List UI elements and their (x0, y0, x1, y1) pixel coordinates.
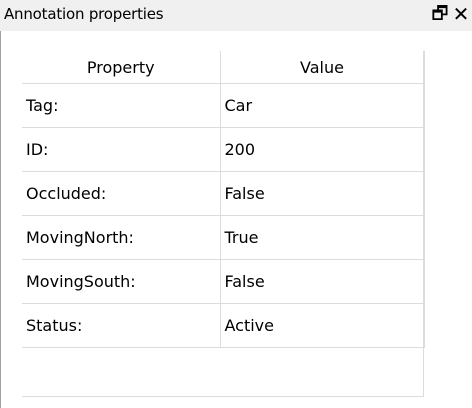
header-row: Property Value (22, 51, 425, 84)
property-value[interactable]: False (219, 259, 425, 304)
panel-title: Annotation properties (4, 5, 164, 23)
table-row[interactable]: Status: Active (22, 303, 425, 348)
table-row[interactable]: Tag: Car (22, 83, 425, 128)
property-value[interactable]: False (219, 171, 425, 216)
property-name: MovingNorth: (22, 215, 221, 260)
column-header-property[interactable]: Property (22, 51, 221, 84)
annotation-properties-panel: Annotation properties 🗗 ✕ Property Value… (0, 0, 472, 408)
property-name: Tag: (22, 83, 221, 128)
property-name: ID: (22, 127, 221, 172)
table-row[interactable]: MovingNorth: True (22, 215, 425, 260)
property-value[interactable]: Active (219, 303, 425, 348)
float-window-icon[interactable]: 🗗 (430, 2, 450, 26)
table-row[interactable]: ID: 200 (22, 127, 425, 172)
panel-titlebar[interactable]: Annotation properties 🗗 ✕ (0, 0, 472, 31)
table-row[interactable]: Occluded: False (22, 171, 425, 216)
properties-table: Property Value Tag: Car ID: 200 Occluded… (22, 51, 425, 348)
table-row[interactable]: MovingSouth: False (22, 259, 425, 304)
property-name: Occluded: (22, 171, 221, 216)
property-name: MovingSouth: (22, 259, 221, 304)
property-name: Status: (22, 303, 221, 348)
column-header-value[interactable]: Value (219, 51, 425, 84)
panel-content: Property Value Tag: Car ID: 200 Occluded… (0, 31, 472, 408)
property-value[interactable]: Car (219, 83, 425, 128)
close-icon[interactable]: ✕ (451, 2, 471, 26)
property-value[interactable]: 200 (219, 127, 425, 172)
property-value[interactable]: True (219, 215, 425, 260)
properties-grid: Property Value Tag: Car ID: 200 Occluded… (22, 51, 425, 397)
